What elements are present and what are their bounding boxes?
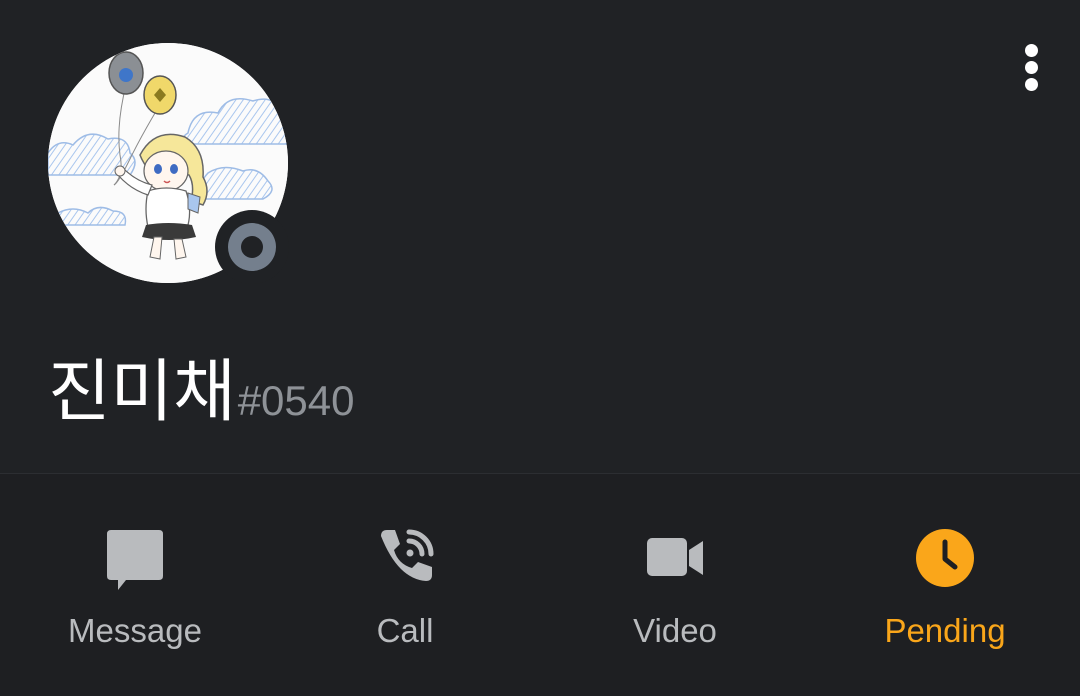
message-icon bbox=[107, 530, 163, 590]
video-icon bbox=[647, 538, 703, 576]
message-button[interactable]: Message bbox=[0, 474, 270, 696]
more-vertical-icon bbox=[1025, 44, 1038, 57]
username: 진미채 bbox=[48, 353, 236, 432]
call-button[interactable]: Call bbox=[270, 474, 540, 696]
call-label: Call bbox=[376, 612, 434, 649]
clock-icon bbox=[916, 529, 974, 587]
status-indicator bbox=[215, 210, 289, 284]
pending-button[interactable]: Pending bbox=[810, 474, 1080, 696]
video-label: Video bbox=[633, 612, 717, 649]
more-options-button[interactable] bbox=[1004, 36, 1060, 98]
user-name-row: 진미채#0540 bbox=[48, 336, 355, 432]
offline-status-icon bbox=[228, 223, 276, 271]
pending-label: Pending bbox=[884, 612, 1006, 649]
discriminator: #0540 bbox=[237, 377, 355, 424]
video-button[interactable]: Video bbox=[540, 474, 810, 696]
message-label: Message bbox=[68, 612, 202, 649]
avatar[interactable] bbox=[48, 43, 289, 284]
call-icon bbox=[381, 529, 434, 581]
